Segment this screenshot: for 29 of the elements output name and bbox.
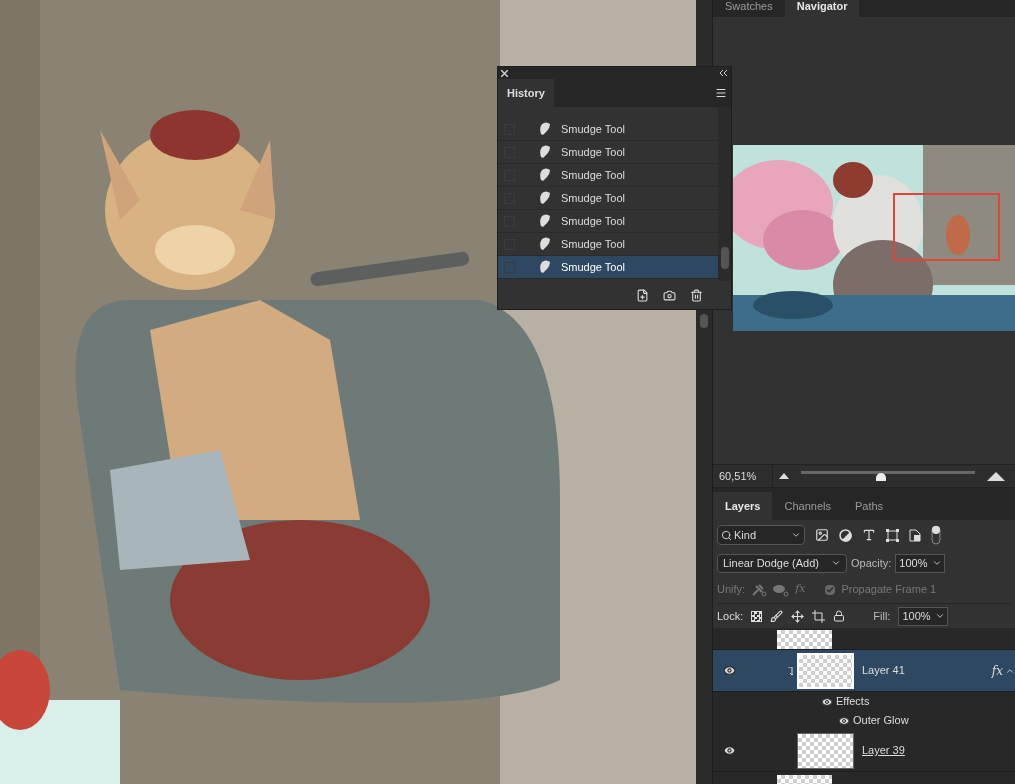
blend-mode-dropdown[interactable]: Linear Dodge (Add) — [717, 553, 847, 573]
fill-label: Fill: — [873, 608, 891, 624]
opacity-label: Opacity: — [851, 555, 892, 571]
history-state-label: Smudge Tool — [561, 259, 625, 275]
layer-row[interactable]: Layer 39 — [713, 730, 1015, 772]
history-state-label: Smudge Tool — [561, 121, 625, 137]
unify-label: Unify: — [717, 582, 746, 598]
fx-badge[interactable]: fx — [991, 661, 1003, 680]
history-state-label: Smudge Tool — [561, 236, 625, 252]
opacity-field[interactable]: 100% — [895, 553, 946, 573]
fill-field[interactable]: 100% — [898, 606, 949, 626]
filter-dropdown[interactable]: Kind — [717, 525, 805, 545]
history-state-label: Smudge Tool — [561, 144, 625, 160]
propagate-label: Propagate Frame 1 — [841, 582, 937, 598]
effect-label: Effects — [836, 694, 870, 710]
zoom-value: 60,51% — [713, 465, 773, 487]
history-state-label: Smudge Tool — [561, 213, 625, 229]
history-tab[interactable]: History — [498, 79, 554, 107]
lock-label: Lock: — [717, 608, 744, 624]
effect-label: Outer Glow — [853, 713, 909, 729]
history-state-label: Smudge Tool — [561, 167, 625, 183]
layer-name: Layer 39 — [862, 743, 906, 759]
layer-row[interactable]: Layer 41 fx — [713, 650, 1015, 692]
history-state[interactable]: Smudge Tool — [498, 256, 718, 279]
panel-tab[interactable]: Navigator — [784, 0, 860, 17]
history-state-label: Smudge Tool — [561, 190, 625, 206]
filter-value: Kind — [734, 527, 758, 543]
panel-tab[interactable]: Layers — [713, 492, 773, 520]
layer-name: Layer 41 — [862, 663, 906, 679]
